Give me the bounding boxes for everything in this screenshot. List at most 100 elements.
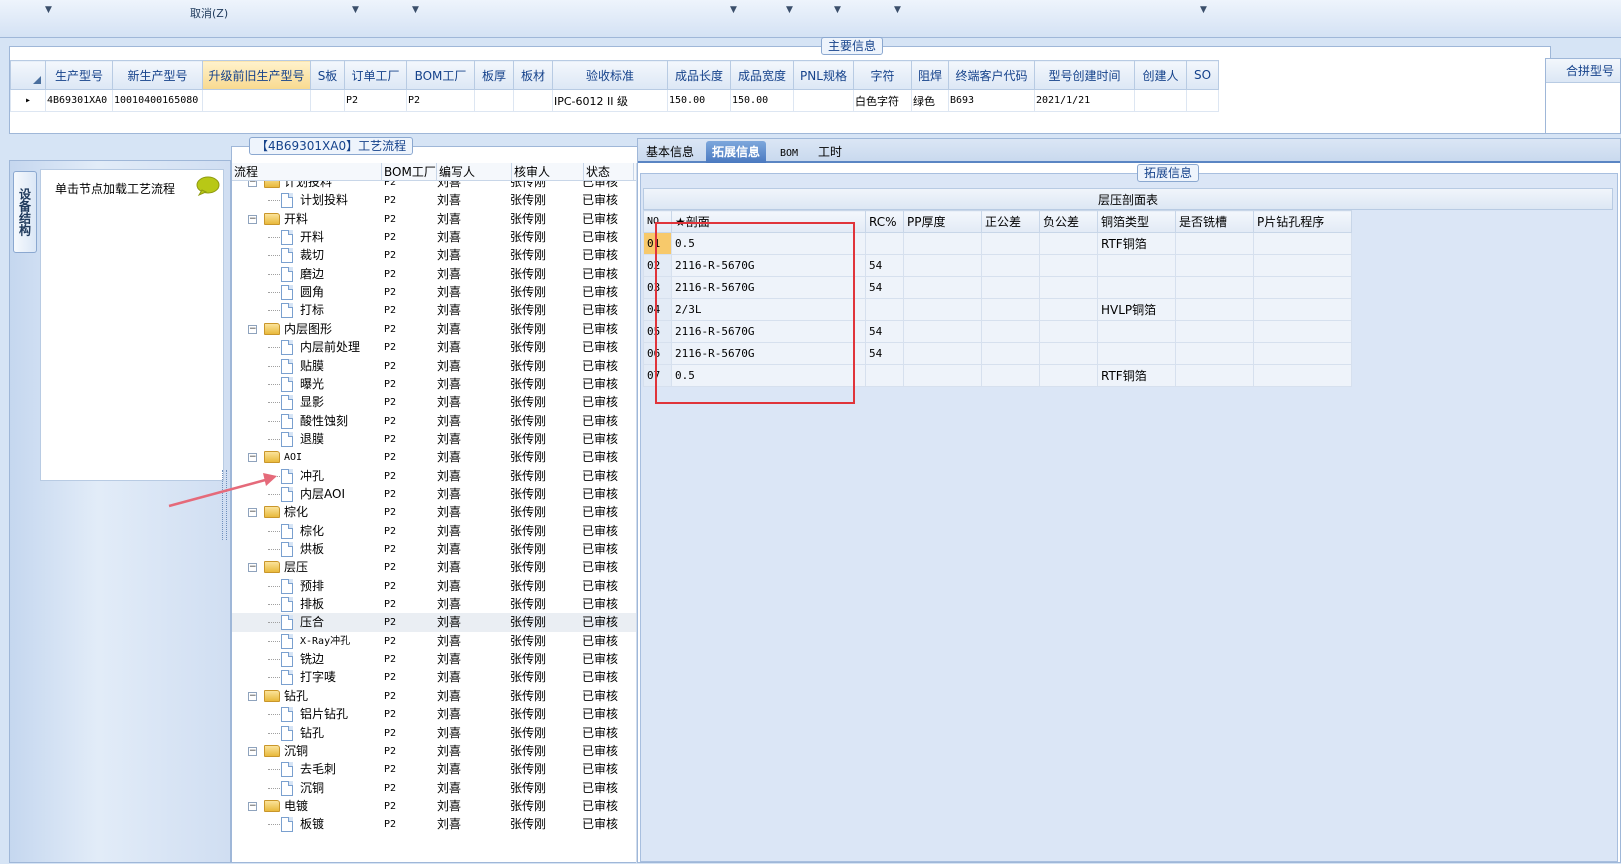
main-column-header[interactable]: 阻焊 [911,60,949,90]
tree-column-header[interactable]: 编写人 [437,163,512,180]
stackup-cell[interactable]: 2/3L [671,298,866,321]
stackup-column-header[interactable]: P片钻孔程序 [1253,210,1352,233]
dropdown-arrow-icon[interactable]: ▼ [352,5,359,15]
dropdown-arrow-icon[interactable]: ▼ [786,5,793,15]
tree-step-row[interactable]: 板镀 P2 刘喜 张传刚 已审核 [232,815,636,834]
tree-step-row[interactable]: 磨边 P2 刘喜 张传刚 已审核 [232,265,636,284]
stackup-column-header[interactable]: 正公差 [981,210,1040,233]
tree-step-row[interactable]: 裁切 P2 刘喜 张传刚 已审核 [232,246,636,265]
stackup-cell[interactable]: 2116-R-5670G [671,342,866,365]
stackup-cell[interactable] [1097,320,1176,343]
tree-step-row[interactable]: 退膜 P2 刘喜 张传刚 已审核 [232,430,636,449]
tree-step-row[interactable]: 冲孔 P2 刘喜 张传刚 已审核 [232,467,636,486]
stackup-cell[interactable]: 54 [865,342,904,365]
stackup-cell[interactable] [1175,342,1254,365]
stackup-cell[interactable] [1097,276,1176,299]
stackup-cell[interactable] [981,320,1040,343]
tree-step-row[interactable]: 去毛刺 P2 刘喜 张传刚 已审核 [232,760,636,779]
tree-group-row[interactable]: − AOI P2 刘喜 张传刚 已审核 [232,448,636,467]
tree-group-row[interactable]: − 电镀 P2 刘喜 张传刚 已审核 [232,797,636,816]
stackup-cell[interactable] [981,254,1040,277]
stackup-cell[interactable] [1175,320,1254,343]
tab-bom[interactable]: BOM [774,141,804,163]
main-column-header[interactable]: 板材 [513,60,553,90]
tree-group-row[interactable]: − 计划投料 P2 刘喜 张传刚 已审核 [232,181,636,192]
cancel-command[interactable]: 取消(Z) [190,5,228,21]
stackup-cell[interactable] [981,342,1040,365]
stackup-row[interactable]: 02 2116-R-5670G 54 [643,254,1352,277]
collapse-toggle-icon[interactable]: − [248,181,257,187]
tree-group-row[interactable]: − 内层图形 P2 刘喜 张传刚 已审核 [232,320,636,339]
main-cell[interactable] [513,89,553,112]
stackup-cell[interactable]: HVLP铜箔 [1097,298,1176,321]
stackup-cell[interactable] [903,232,982,255]
stackup-cell[interactable] [865,364,904,387]
stackup-row[interactable]: 04 2/3L HVLP铜箔 [643,298,1352,321]
stackup-cell[interactable] [1253,298,1352,321]
tree-group-row[interactable]: − 钻孔 P2 刘喜 张传刚 已审核 [232,687,636,706]
stackup-cell[interactable]: 0.5 [671,364,866,387]
stackup-cell[interactable] [981,232,1040,255]
tree-step-row[interactable]: 烘板 P2 刘喜 张传刚 已审核 [232,540,636,559]
stackup-cell[interactable] [903,320,982,343]
stackup-column-header[interactable]: 铜箔类型 [1097,210,1176,233]
tree-step-row[interactable]: 钻孔 P2 刘喜 张传刚 已审核 [232,724,636,743]
main-column-header[interactable]: 订单工厂 [344,60,407,90]
tab-extended-info[interactable]: 拓展信息 [706,141,767,163]
stackup-row[interactable]: 06 2116-R-5670G 54 [643,342,1352,365]
stackup-cell[interactable]: 54 [865,254,904,277]
main-cell[interactable]: 4B69301XA0 [45,89,113,112]
main-cell[interactable]: 10010400165080 [112,89,203,112]
stackup-cell[interactable] [1175,276,1254,299]
main-column-header[interactable]: 生产型号 [45,60,113,90]
main-cell[interactable]: 150.00 [730,89,794,112]
main-cell[interactable] [1134,89,1187,112]
tree-group-row[interactable]: − 开料 P2 刘喜 张传刚 已审核 [232,210,636,229]
collapse-toggle-icon[interactable]: − [248,801,257,811]
main-column-header[interactable]: 创建人 [1134,60,1187,90]
stackup-cell[interactable] [1253,254,1352,277]
main-cell[interactable]: IPC-6012 II 级 [552,89,668,112]
tree-step-row[interactable]: X-Ray冲孔 P2 刘喜 张传刚 已审核 [232,632,636,651]
dropdown-arrow-icon[interactable]: ▼ [1200,5,1207,15]
tree-step-row[interactable]: 曝光 P2 刘喜 张传刚 已审核 [232,375,636,394]
collapse-toggle-icon[interactable]: − [248,214,257,224]
stackup-cell[interactable] [1039,232,1098,255]
stackup-cell[interactable] [1039,254,1098,277]
main-column-header[interactable]: 终端客户代码 [948,60,1035,90]
main-cell[interactable]: 2021/1/21 [1034,89,1135,112]
stackup-cell[interactable]: 2116-R-5670G [671,276,866,299]
stackup-cell[interactable] [1039,320,1098,343]
main-cell[interactable] [310,89,345,112]
tree-step-row[interactable]: 酸性蚀刻 P2 刘喜 张传刚 已审核 [232,412,636,431]
tree-step-row[interactable]: 排板 P2 刘喜 张传刚 已审核 [232,595,636,614]
stackup-cell[interactable] [1039,364,1098,387]
stackup-cell[interactable] [903,254,982,277]
tree-step-row[interactable]: 棕化 P2 刘喜 张传刚 已审核 [232,522,636,541]
dropdown-arrow-icon[interactable]: ▼ [412,5,419,15]
main-column-header[interactable]: 成品长度 [667,60,731,90]
stackup-cell[interactable]: 2116-R-5670G [671,320,866,343]
stackup-cell[interactable] [865,232,904,255]
tree-step-row[interactable]: 开料 P2 刘喜 张传刚 已审核 [232,228,636,247]
main-cell[interactable] [793,89,854,112]
tree-step-row[interactable]: 计划投料 P2 刘喜 张传刚 已审核 [232,191,636,210]
main-cell[interactable]: B693 [948,89,1035,112]
stackup-cell[interactable] [981,364,1040,387]
tree-column-header[interactable]: BOM工厂 [382,163,437,180]
main-column-header[interactable]: 型号创建时间 [1034,60,1135,90]
main-column-header[interactable]: BOM工厂 [406,60,475,90]
collapse-toggle-icon[interactable]: − [248,691,257,701]
dropdown-arrow-icon[interactable]: ▼ [834,5,841,15]
tree-group-row[interactable]: − 沉铜 P2 刘喜 张传刚 已审核 [232,742,636,761]
stackup-cell[interactable] [1253,276,1352,299]
stackup-cell[interactable]: RTF铜箔 [1097,364,1176,387]
collapse-toggle-icon[interactable]: − [248,563,257,573]
stackup-row-number[interactable]: 01 [643,232,672,255]
main-column-header[interactable]: S板 [310,60,345,90]
stackup-cell[interactable] [1175,364,1254,387]
main-column-header[interactable]: PNL规格 [793,60,854,90]
main-column-header[interactable]: 成品宽度 [730,60,794,90]
stackup-cell[interactable] [981,298,1040,321]
stackup-row[interactable]: 05 2116-R-5670G 54 [643,320,1352,343]
